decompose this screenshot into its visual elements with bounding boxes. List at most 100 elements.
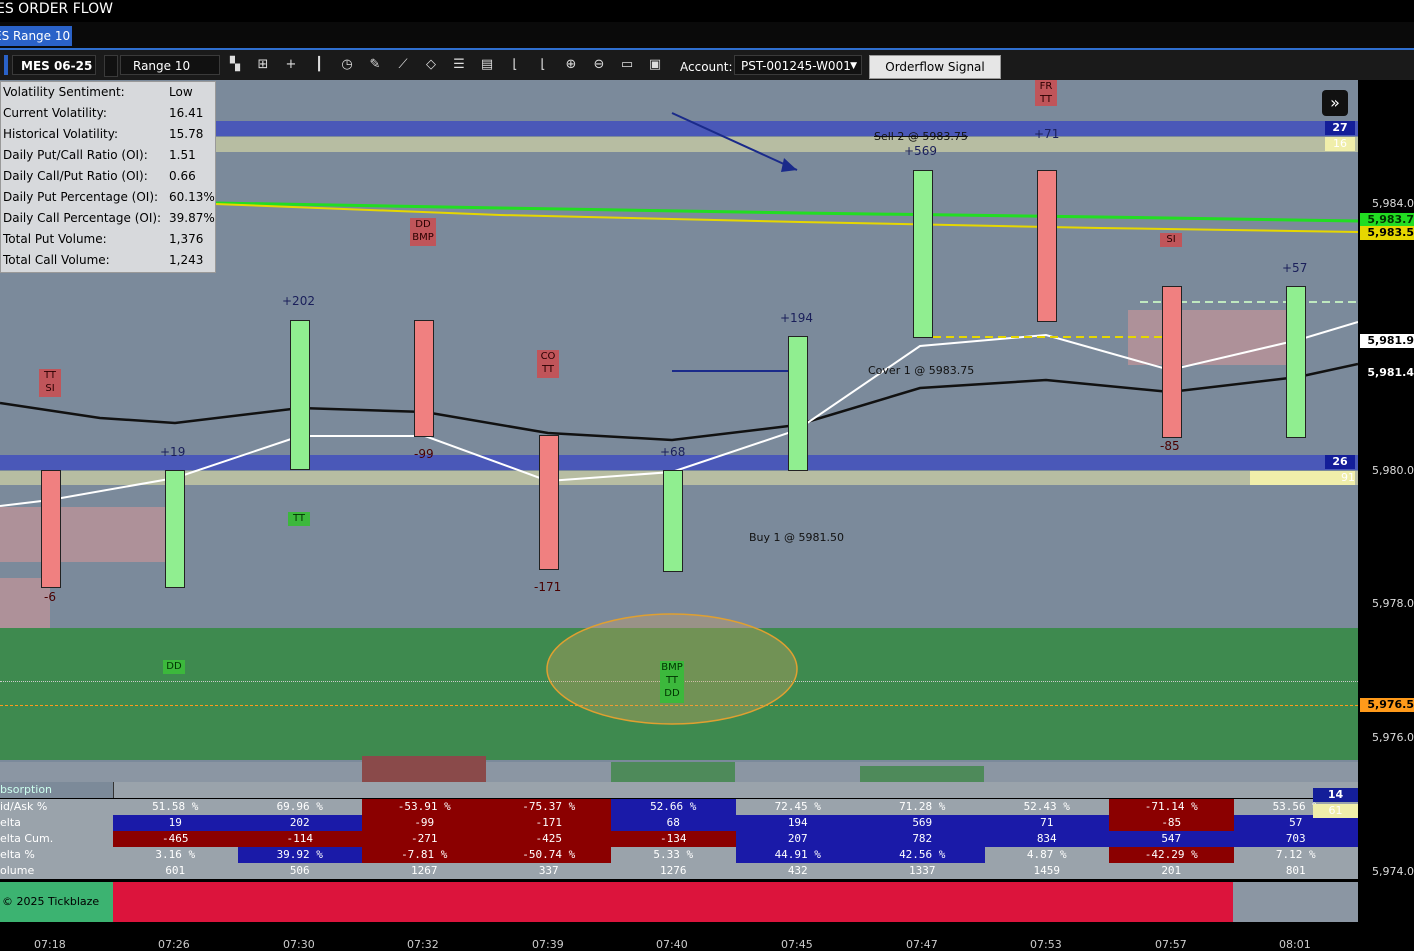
table-row: elta Cum. -465 -114 -271 -425 -134 207 782 834 5… [0,831,1359,847]
footer-strip: © 2025 Tickblaze [0,882,1358,922]
candle-bull[interactable] [788,336,808,471]
signal-marker[interactable]: SI [1160,233,1182,247]
row-value: 60.13% [169,190,215,204]
candle-bear[interactable] [539,435,559,570]
candle-bear[interactable] [1162,286,1182,438]
trade-label-cover: Cover 1 @ 5983.75 [868,364,975,377]
table-cell: 19 [113,815,239,831]
chart-type-toggle[interactable] [104,55,118,77]
table-cell: 569 [860,815,986,831]
candle-bear[interactable] [414,320,434,437]
price-tick: 5,974.0 [1372,865,1414,878]
row-label: Daily Call/Put Ratio (OI): [3,169,148,183]
price-tick: 5,981.4 [1367,366,1414,379]
account-selector[interactable]: PST-001245-W001 ▼ [734,55,862,75]
time-tick: 08:01 [1279,938,1311,951]
sentiment-bar [113,882,1233,922]
table-row: elta 19 202 -99 -171 68 194 569 71 -85 57 [0,815,1359,831]
absorption-strip [0,756,1358,783]
folder-icon[interactable]: ▭ [618,56,636,74]
cube-icon[interactable]: ◇ [422,56,440,74]
crosshair-icon[interactable]: + [282,56,300,74]
bar-type-icon[interactable]: ▚ [226,56,244,74]
candle-bull[interactable] [290,320,310,470]
candle-bull[interactable] [165,470,185,588]
price-tick: 5,980.0 [1372,464,1414,477]
time-tick: 07:53 [1030,938,1062,951]
chart-type-selector[interactable]: Range 10 [120,55,220,75]
signal-marker[interactable]: TT SI [39,369,61,397]
table-cell: 5.33 % [611,847,737,863]
table-cell: 1267 [362,863,488,879]
zoom-in-icon[interactable]: ⊕ [562,56,580,74]
table-cell: 1337 [860,863,986,879]
table-row: id/Ask % 51.58 % 69.96 % -53.91 % -75.37 % 5… [0,799,1359,815]
price-axis[interactable]: 5,984.0 5,983.7 5,983.5 5,981.9 5,981.4 … [1358,80,1414,880]
time-tick: 07:47 [906,938,938,951]
candle-bear[interactable] [1037,170,1057,322]
row-value: 16.41 [169,106,204,120]
time-axis[interactable]: 07:18 07:26 07:30 07:32 07:39 07:40 07:4… [0,922,1414,951]
table-cell: 3.16 % [113,847,239,863]
signal-marker[interactable]: FR TT [1035,80,1057,106]
time-tick: 07:30 [283,938,315,951]
table-cell: -71.14 % [1109,799,1235,815]
table-cell: -85 [1109,815,1235,831]
list-icon[interactable]: ☰ [450,56,468,74]
copyright: © 2025 Tickblaze [0,882,113,922]
window-title: ES ORDER FLOW [0,1,113,17]
table-cell: 801 [1233,863,1359,879]
volatility-row: Total Call Volume: 1,243 [3,253,213,274]
signal-marker[interactable]: CO TT [537,350,559,378]
signal-text: DD [415,219,431,230]
row-header: olume [0,863,114,879]
row-header: elta [0,815,114,831]
draw-pencil-icon[interactable]: ✎ [366,56,384,74]
instrument-selector[interactable]: MES 06-25 [12,55,96,75]
table-cell: 337 [486,863,612,879]
candle-bull[interactable] [1286,286,1306,438]
bar-delta-label: -171 [534,580,562,594]
candle-bear[interactable] [41,470,61,588]
axis-icon[interactable]: ⌊ [506,56,524,74]
row-label: Total Call Volume: [3,253,110,267]
table-cell: -7.81 % [362,847,488,863]
table-cell: 68 [611,815,737,831]
tab-bar: ES Range 10 [0,22,1414,50]
table-cell: 44.91 % [735,847,861,863]
collapse-panel-icon[interactable]: » [1322,90,1348,116]
row-label: Daily Put/Call Ratio (OI): [3,148,148,162]
level-badge: 91 [1250,471,1355,485]
indicators-icon[interactable]: ⊞ [254,56,272,74]
zoom-out-icon[interactable]: ⊖ [590,56,608,74]
candle-bull[interactable] [663,470,683,572]
volatility-row: Daily Put Percentage (OI): 60.13% [3,190,215,211]
price-tag: 5,981.9 [1360,334,1414,348]
signal-marker[interactable]: DD [163,660,185,674]
absorption-bar [611,762,735,783]
table-cell: -75.37 % [486,799,612,815]
volatility-row: Historical Volatility: 15.78 [3,127,213,148]
axis-scale-icon[interactable]: ⌊ [534,56,552,74]
table-row: olume 601 506 1267 337 1276 432 1337 1459 201 801 [0,863,1359,879]
time-tick: 07:45 [781,938,813,951]
clock-icon[interactable]: ◷ [338,56,356,74]
signal-marker[interactable]: DD BMP [410,218,436,246]
bars-icon[interactable]: ┃ [310,56,328,74]
table-cell: 506 [237,863,363,879]
volatility-row: Total Put Volume: 1,376 [3,232,213,253]
tab-es-range[interactable]: ES Range 10 [0,26,72,46]
time-tick: 07:26 [158,938,190,951]
level-badge: 16 [1325,137,1355,151]
volatility-row: Daily Put/Call Ratio (OI): 1.51 [3,148,213,169]
document-icon[interactable]: ▤ [478,56,496,74]
signal-marker[interactable]: BMP TT DD [660,661,684,703]
orderflow-signal-pack-button[interactable]: Orderflow Signal Pack [869,55,1001,96]
chart-toolbar: MES 06-25 Range 10 ▚ ⊞ + ┃ ◷ ✎ ⟋ ◇ ☰ ▤ ⌊… [0,50,1414,96]
save-icon[interactable]: ▣ [646,56,664,74]
trendline-icon[interactable]: ⟋ [394,56,412,74]
table-cell: -271 [362,831,488,847]
candle-bull[interactable] [913,170,933,338]
signal-marker[interactable]: TT [288,512,310,526]
table-cell: 52.66 % [611,799,737,815]
